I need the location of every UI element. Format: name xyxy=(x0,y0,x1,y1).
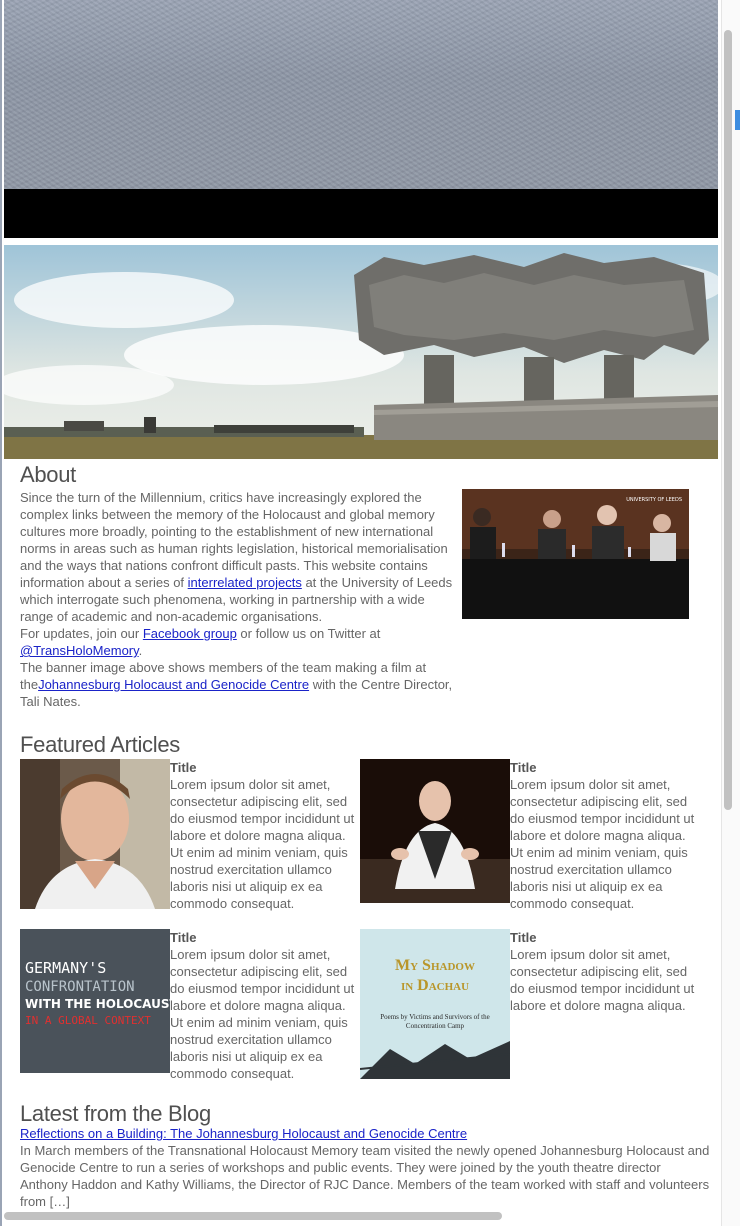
about-section: About Since the turn of the Millennium, … xyxy=(20,461,710,710)
article-body: Lorem ipsum dolor sit amet, consectetur … xyxy=(510,947,695,1013)
jhgc-link[interactable]: Johannesburg Holocaust and Genocide Cent… xyxy=(38,677,309,692)
panel-photo: UNIVERSITY OF LEEDS xyxy=(462,489,689,619)
cover-text: GERMANY'S xyxy=(25,959,106,977)
featured-heading: Featured Articles xyxy=(20,732,180,757)
cover-title: in Dachau xyxy=(401,977,469,994)
featured-article[interactable]: My Shadow in Dachau Poems by Victims and… xyxy=(359,929,700,1083)
banner-image xyxy=(4,245,718,459)
article-body: Lorem ipsum dolor sit amet, consectetur … xyxy=(510,777,695,911)
side-accent xyxy=(735,110,740,130)
about-text-segment: . xyxy=(138,643,143,658)
featured-grid: Title Lorem ipsum dolor sit amet, consec… xyxy=(20,759,710,1099)
featured-article[interactable]: Title Lorem ipsum dolor sit amet, consec… xyxy=(360,759,700,912)
featured-article[interactable]: GERMANY'S CONFRONTATION WITH THE HOLOCAU… xyxy=(20,929,360,1082)
article-body: Lorem ipsum dolor sit amet, consectetur … xyxy=(170,777,355,911)
cover-title: My Shadow xyxy=(395,957,475,974)
header-bar xyxy=(4,189,718,238)
article-body: Lorem ipsum dolor sit amet, consectetur … xyxy=(170,947,355,1081)
main-content: About Since the turn of the Millennium, … xyxy=(20,461,710,1210)
article-thumbnail[interactable] xyxy=(360,759,510,907)
about-paragraph-1: Since the turn of the Millennium, critic… xyxy=(20,489,460,625)
university-caption: UNIVERSITY OF LEEDS xyxy=(626,497,682,503)
cover-subtitle: Poems by Victims and Survivors of the Co… xyxy=(380,1013,490,1030)
facebook-group-link[interactable]: Facebook group xyxy=(143,626,237,641)
article-thumbnail[interactable] xyxy=(20,759,170,913)
about-heading: About xyxy=(20,462,76,487)
book-cover-germanys-confrontation[interactable]: GERMANY'S CONFRONTATION WITH THE HOLOCAU… xyxy=(20,929,178,1077)
header-texture xyxy=(4,0,718,189)
about-text-segment: or follow us on Twitter at xyxy=(236,626,381,641)
blog-heading: Latest from the Blog xyxy=(20,1101,211,1126)
about-paragraph-2: For updates, join our Facebook group or … xyxy=(20,625,460,659)
blog-post-link[interactable]: Reflections on a Building: The Johannesb… xyxy=(20,1125,710,1142)
horizontal-scrollbar-thumb[interactable] xyxy=(4,1212,502,1220)
cover-text: WITH THE HOLOCAUST xyxy=(25,997,170,1011)
about-text-segment: For updates, join our xyxy=(20,626,143,641)
blog-excerpt: In March members of the Transnational Ho… xyxy=(20,1143,710,1209)
featured-article[interactable]: Title Lorem ipsum dolor sit amet, consec… xyxy=(20,759,360,913)
cover-text: IN A GLOBAL CONTEXT xyxy=(25,1014,151,1027)
about-paragraph-3: The banner image above shows members of … xyxy=(20,659,460,710)
book-cover-my-shadow-in-dachau[interactable]: My Shadow in Dachau Poems by Victims and… xyxy=(359,929,511,1083)
about-text: Since the turn of the Millennium, critic… xyxy=(20,489,460,710)
interrelated-projects-link[interactable]: interrelated projects xyxy=(188,575,302,590)
vertical-scrollbar-thumb[interactable] xyxy=(724,30,732,810)
twitter-link[interactable]: @TransHoloMemory xyxy=(20,643,139,658)
cover-text: CONFRONTATION xyxy=(25,979,135,995)
